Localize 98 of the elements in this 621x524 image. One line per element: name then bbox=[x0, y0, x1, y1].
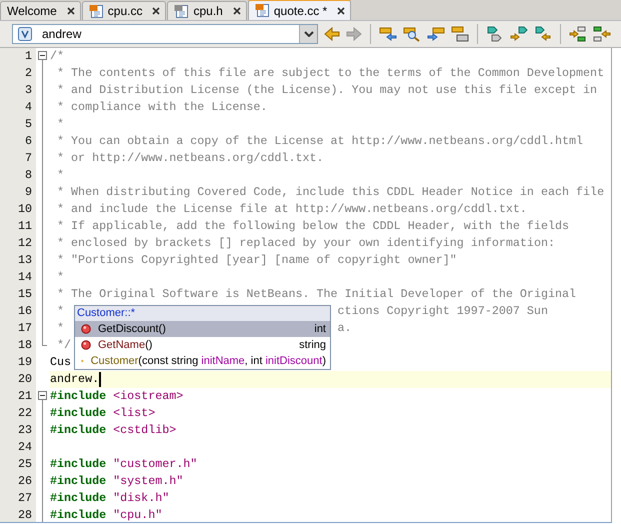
back-arrow-icon[interactable] bbox=[324, 26, 340, 42]
chevron-down-icon bbox=[304, 31, 314, 37]
code-comment: * If applicable, add the following below the CDDL Header, with the fields bbox=[56, 218, 570, 235]
editor-tab[interactable]: Welcome bbox=[0, 1, 81, 20]
line-number: 23 bbox=[0, 422, 36, 439]
line-number: 25 bbox=[0, 456, 36, 473]
code-text: Cus bbox=[50, 354, 72, 371]
code-comment: a. bbox=[338, 320, 352, 337]
line-number: 5 bbox=[0, 116, 36, 133]
editor-tab[interactable]: cpu.cc bbox=[82, 1, 166, 20]
scope-combo[interactable]: andrew bbox=[12, 24, 318, 44]
code-comment: /* bbox=[50, 48, 64, 65]
tags-icon[interactable] bbox=[486, 26, 504, 42]
close-icon[interactable] bbox=[337, 6, 346, 14]
line-number: 14 bbox=[0, 269, 36, 286]
code-comment: * or http://www.netbeans.org/cddl.txt. bbox=[56, 150, 324, 167]
code-comment: * compliance with the License. bbox=[56, 99, 268, 116]
collapse-icon[interactable] bbox=[38, 391, 47, 400]
code-comment: * bbox=[56, 320, 64, 337]
completion-title: Customer::* bbox=[75, 306, 330, 321]
file-icon bbox=[88, 4, 104, 18]
line-number: 15 bbox=[0, 286, 36, 303]
file-icon bbox=[174, 4, 190, 18]
line-number: 13 bbox=[0, 252, 36, 269]
line-number: 26 bbox=[0, 473, 36, 490]
line-number: 10 bbox=[0, 201, 36, 218]
collapse-icon[interactable] bbox=[38, 51, 47, 60]
file-icon bbox=[254, 3, 270, 18]
completion-item[interactable]: GetDiscount() int bbox=[75, 321, 330, 337]
code-comment: * bbox=[56, 116, 64, 133]
line-number: 2 bbox=[0, 65, 36, 82]
code-string: "customer.h" bbox=[112, 456, 198, 473]
line-number: 8 bbox=[0, 167, 36, 184]
swap-icon[interactable] bbox=[569, 26, 587, 42]
line-number: 11 bbox=[0, 218, 36, 235]
text-cursor bbox=[99, 372, 102, 387]
line-number: 21 bbox=[0, 388, 36, 405]
line-number: 22 bbox=[0, 405, 36, 422]
editor-tab[interactable]: quote.cc * bbox=[248, 0, 352, 20]
completion-item[interactable]: GetName() string bbox=[75, 337, 330, 353]
code-string: <list> bbox=[112, 405, 156, 422]
box-arrow-icon[interactable] bbox=[379, 26, 397, 42]
line-number: 20 bbox=[0, 371, 36, 388]
code-comment: ctions Copyright 1997-2007 Sun bbox=[338, 303, 548, 320]
line-number: 27 bbox=[0, 490, 36, 507]
code-comment: * and Distribution License (the License). You may not use this file except in bbox=[56, 82, 598, 99]
code-keyword: #include bbox=[50, 405, 106, 422]
code-comment: * The contents of this file are subject to the terms of the Common Development bbox=[56, 65, 604, 82]
box-magnifier-icon[interactable] bbox=[403, 26, 421, 42]
completion-item[interactable]: Customer(const string initName, int initDiscount) bbox=[75, 353, 330, 369]
line-number: 17 bbox=[0, 320, 36, 337]
code-string: "system.h" bbox=[112, 473, 184, 490]
tag-arrow-icon[interactable] bbox=[534, 26, 552, 42]
code-keyword: #include bbox=[50, 456, 106, 473]
line-number: 12 bbox=[0, 235, 36, 252]
line-number: 9 bbox=[0, 184, 36, 201]
line-number: 16 bbox=[0, 303, 36, 320]
swap-icon[interactable] bbox=[593, 26, 611, 42]
code-keyword: #include bbox=[50, 422, 106, 439]
code-comment: * bbox=[56, 303, 64, 320]
code-comment: * "Portions Copyrighted [year] [name of copyright owner]" bbox=[56, 252, 457, 269]
method-icon bbox=[81, 324, 91, 334]
line-number: 28 bbox=[0, 507, 36, 522]
code-string: <cstdlib> bbox=[112, 422, 176, 439]
code-text: andrew. bbox=[50, 371, 100, 388]
code-comment: * bbox=[56, 167, 64, 184]
line-number: 24 bbox=[0, 439, 36, 456]
method-icon bbox=[81, 340, 91, 350]
code-comment: */ bbox=[56, 337, 72, 354]
line-number: 19 bbox=[0, 354, 36, 371]
arrow-box-icon[interactable] bbox=[427, 26, 445, 42]
stacked-boxes-icon[interactable] bbox=[451, 26, 469, 42]
line-number: 7 bbox=[0, 150, 36, 167]
editor-tab[interactable]: cpu.h bbox=[167, 1, 247, 20]
close-icon[interactable] bbox=[152, 7, 160, 15]
code-comment: * You can obtain a copy of the License at http://www.netbeans.org/cddl.html bbox=[56, 133, 584, 150]
line-number: 1 bbox=[0, 48, 36, 65]
close-icon[interactable] bbox=[232, 7, 241, 15]
line-number: 6 bbox=[0, 133, 36, 150]
code-keyword: #include bbox=[50, 507, 106, 522]
line-number: 18 bbox=[0, 337, 36, 354]
code-keyword: #include bbox=[50, 388, 106, 405]
code-comment: * The Original Software is NetBeans. The Initial Developer of the Original bbox=[56, 286, 576, 303]
code-string: "disk.h" bbox=[112, 490, 170, 507]
code-string: <iostream> bbox=[112, 388, 184, 405]
line-number: 4 bbox=[0, 99, 36, 116]
code-comment: * and include the License file at http://www.netbeans.org/cddl.txt. bbox=[56, 201, 527, 218]
code-keyword: #include bbox=[50, 490, 106, 507]
code-keyword: #include bbox=[50, 473, 106, 490]
close-icon[interactable] bbox=[66, 7, 75, 15]
code-comment: * enclosed by brackets [] replaced by your own identifying information: bbox=[56, 235, 555, 252]
dropdown-button[interactable] bbox=[299, 25, 317, 43]
line-number: 3 bbox=[0, 82, 36, 99]
variable-icon bbox=[18, 27, 32, 41]
code-string: "cpu.h" bbox=[112, 507, 162, 522]
code-comment: * bbox=[56, 269, 64, 286]
tag-arrow-icon[interactable] bbox=[510, 26, 528, 42]
code-comment: * When distributing Covered Code, include this CDDL Header Notice in each file bbox=[56, 184, 604, 201]
